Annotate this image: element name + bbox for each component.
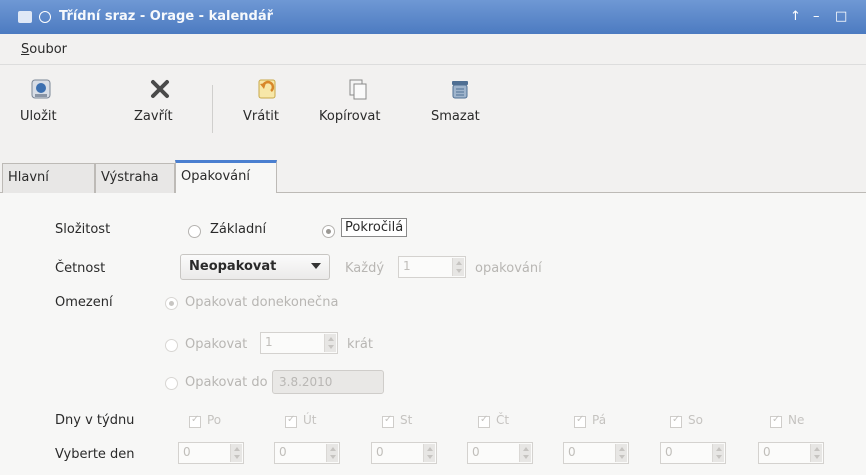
pick-day-spinner[interactable]: 0 bbox=[660, 442, 726, 464]
app-icon bbox=[18, 11, 32, 23]
limit-count-unit: krát bbox=[347, 337, 373, 352]
complexity-advanced-label[interactable]: Pokročilá bbox=[341, 218, 408, 237]
close-icon bbox=[151, 80, 169, 98]
delete-label: Smazat bbox=[431, 109, 480, 124]
spinner-arrows-icon[interactable] bbox=[810, 444, 822, 462]
every-value: 1 bbox=[403, 259, 411, 273]
toolbar-separator bbox=[212, 85, 213, 133]
limit-until-label: Opakovat do bbox=[185, 375, 268, 390]
weekday-checkbox[interactable] bbox=[478, 414, 490, 428]
complexity-basic-radio[interactable] bbox=[188, 225, 201, 238]
weekdays-label: Dny v týdnu bbox=[55, 413, 135, 428]
every-label: Každý bbox=[345, 261, 385, 276]
frequency-dropdown[interactable]: Neopakovat bbox=[180, 254, 330, 280]
pick-day-value: 0 bbox=[376, 445, 384, 459]
spinner-arrows-icon[interactable] bbox=[519, 444, 531, 462]
menu-file-label: oubor bbox=[29, 42, 68, 57]
every-unit: opakování bbox=[475, 261, 542, 276]
frequency-label: Četnost bbox=[55, 261, 106, 276]
limit-count-spinner[interactable]: 1 bbox=[260, 332, 338, 354]
complexity-basic-label[interactable]: Základní bbox=[210, 222, 266, 237]
pick-day-spinner[interactable]: 0 bbox=[371, 442, 437, 464]
save-icon bbox=[31, 79, 51, 99]
copy-label: Kopírovat bbox=[319, 109, 381, 124]
delete-icon bbox=[452, 81, 468, 99]
toolbar: Uložit Zavřít Vrátit Kopírovat Smazat bbox=[0, 65, 866, 155]
spinner-arrows-icon[interactable] bbox=[423, 444, 435, 462]
frequency-value: Neopakovat bbox=[189, 259, 277, 274]
spinner-arrows-icon[interactable] bbox=[712, 444, 724, 462]
chevron-down-icon bbox=[311, 263, 321, 269]
tab-main[interactable]: Hlavní bbox=[2, 163, 95, 194]
revert-button[interactable]: Vrátit bbox=[243, 77, 291, 124]
weekday-label: St bbox=[400, 413, 413, 427]
keep-above-icon[interactable]: ↑ bbox=[790, 9, 801, 24]
limit-label: Omezení bbox=[55, 295, 113, 310]
spinner-arrows-icon[interactable] bbox=[326, 444, 338, 462]
recurrence-panel: Složitost Základní Pokročilá Četnost Neo… bbox=[0, 193, 866, 475]
window-title: Třídní sraz - Orage - kalendář bbox=[59, 9, 274, 24]
pick-day-value: 0 bbox=[568, 445, 576, 459]
limit-until-date-button[interactable]: 3.8.2010 bbox=[272, 370, 384, 394]
window-menu-icon[interactable] bbox=[39, 11, 51, 23]
menu-file[interactable]: Soubor bbox=[21, 42, 67, 57]
copy-button[interactable]: Kopírovat bbox=[319, 77, 397, 124]
weekday-checkbox[interactable] bbox=[574, 414, 586, 428]
weekday-label: Pá bbox=[592, 413, 607, 427]
complexity-advanced-radio[interactable] bbox=[322, 225, 335, 238]
pick-day-label: Vyberte den bbox=[55, 447, 135, 462]
tab-alarm[interactable]: Výstraha bbox=[95, 163, 175, 194]
limit-forever-label: Opakovat donekonečna bbox=[185, 295, 339, 310]
pick-day-spinner[interactable]: 0 bbox=[178, 442, 244, 464]
pick-day-spinner[interactable]: 0 bbox=[758, 442, 824, 464]
spinner-arrows-icon[interactable] bbox=[230, 444, 242, 462]
pick-day-value: 0 bbox=[665, 445, 673, 459]
revert-icon bbox=[258, 79, 276, 99]
window-titlebar: Třídní sraz - Orage - kalendář ↑ – □ bbox=[0, 0, 866, 34]
weekday-checkbox[interactable] bbox=[770, 414, 782, 428]
limit-until-radio[interactable] bbox=[165, 377, 178, 390]
close-button[interactable]: Zavřít bbox=[134, 77, 186, 124]
weekday-checkbox[interactable] bbox=[285, 414, 297, 428]
save-button[interactable]: Uložit bbox=[20, 77, 62, 124]
pick-day-spinner[interactable]: 0 bbox=[467, 442, 533, 464]
pick-day-value: 0 bbox=[279, 445, 287, 459]
weekday-checkbox[interactable] bbox=[189, 414, 201, 428]
weekday-label: So bbox=[688, 413, 703, 427]
close-label: Zavřít bbox=[134, 109, 173, 124]
limit-count-radio[interactable] bbox=[165, 339, 178, 352]
pick-day-value: 0 bbox=[763, 445, 771, 459]
weekday-label: Čt bbox=[496, 413, 510, 427]
spinner-arrows-icon[interactable] bbox=[324, 334, 336, 352]
weekday-checkbox[interactable] bbox=[382, 414, 394, 428]
minimize-icon[interactable]: – bbox=[813, 9, 820, 24]
weekday-checkbox[interactable] bbox=[670, 414, 682, 428]
revert-label: Vrátit bbox=[243, 109, 280, 124]
pick-day-spinner[interactable]: 0 bbox=[563, 442, 629, 464]
pick-day-spinner[interactable]: 0 bbox=[274, 442, 340, 464]
weekday-label: Út bbox=[303, 413, 317, 427]
complexity-label: Složitost bbox=[55, 222, 111, 237]
spinner-arrows-icon[interactable] bbox=[452, 258, 464, 276]
maximize-icon[interactable]: □ bbox=[835, 9, 847, 24]
copy-icon bbox=[349, 79, 367, 100]
limit-count-label: Opakovat bbox=[185, 337, 248, 352]
delete-button[interactable]: Smazat bbox=[431, 77, 489, 124]
menubar: Soubor bbox=[0, 34, 866, 65]
weekday-label: Po bbox=[207, 413, 222, 427]
tab-recurrence[interactable]: Opakování bbox=[175, 160, 277, 194]
pick-day-value: 0 bbox=[183, 445, 191, 459]
limit-count-value: 1 bbox=[265, 335, 273, 349]
weekday-label: Ne bbox=[788, 413, 805, 427]
pick-day-value: 0 bbox=[472, 445, 480, 459]
save-label: Uložit bbox=[20, 109, 57, 124]
spinner-arrows-icon[interactable] bbox=[615, 444, 627, 462]
tab-bar: Hlavní Výstraha Opakování bbox=[0, 155, 866, 194]
every-spinner[interactable]: 1 bbox=[398, 256, 466, 278]
limit-forever-radio[interactable] bbox=[165, 297, 178, 310]
